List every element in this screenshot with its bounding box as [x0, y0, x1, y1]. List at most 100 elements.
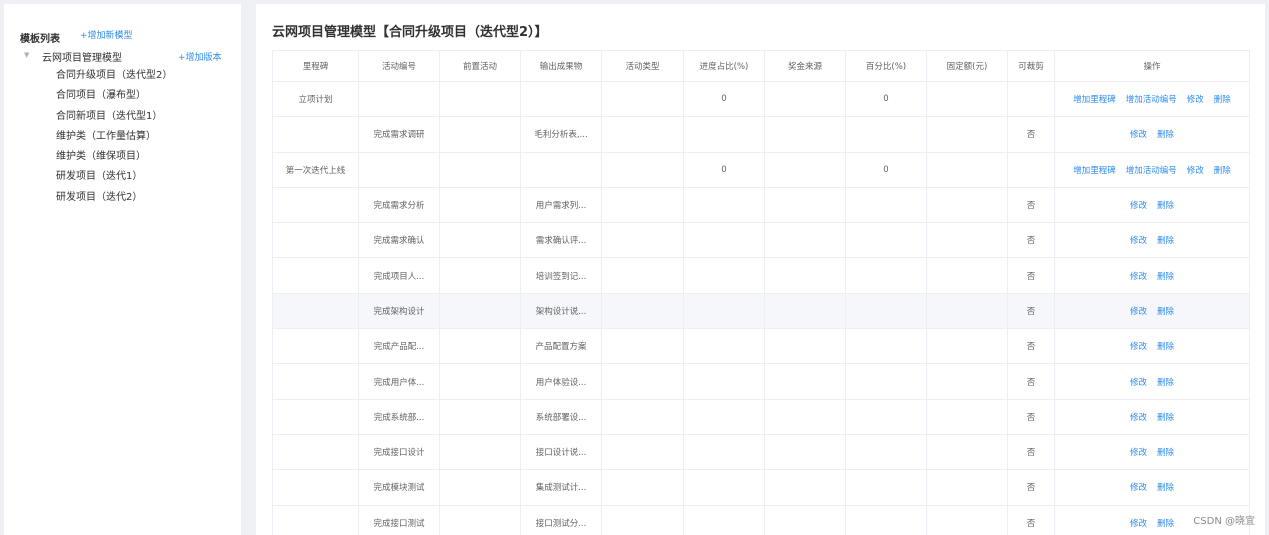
- tree-child-item[interactable]: 研发项目（迭代2）: [56, 190, 172, 210]
- table-cell: 接口测试分...: [520, 504, 602, 535]
- table-cell: 否: [1007, 433, 1055, 471]
- add-milestone-link[interactable]: 增加里程碑: [1073, 95, 1116, 105]
- table-cell: [272, 257, 359, 294]
- table-cell: 用户需求列...: [520, 186, 602, 224]
- table-cell: [683, 292, 765, 330]
- table-row: 完成需求确认 需求确认评... 否修改 删除: [272, 222, 1250, 259]
- table-row: 完成需求调研 毛利分析表,... 否修改 删除: [272, 116, 1250, 153]
- operations-cell: 增加里程碑 增加活动编号 修改 删除: [1054, 80, 1250, 118]
- add-milestone-link[interactable]: 增加里程碑: [1073, 166, 1116, 176]
- table-cell: [845, 257, 927, 294]
- table-cell: [764, 433, 846, 471]
- table-cell: 需求确认评...: [520, 222, 602, 259]
- delete-link[interactable]: 删除: [1157, 307, 1174, 317]
- table-cell: [439, 469, 521, 506]
- table-cell: [764, 222, 846, 259]
- table-cell: 完成需求确认: [358, 222, 440, 259]
- table-cell: 完成用户体...: [358, 363, 440, 400]
- table-cell: 立项计划: [272, 80, 359, 118]
- table-cell: [926, 186, 1008, 224]
- table-cell: [764, 469, 846, 506]
- tree-child-item[interactable]: 维护类（维保项目）: [56, 149, 172, 169]
- tree-root-node[interactable]: ▼ 云网项目管理模型 +增加版本: [24, 48, 224, 64]
- column-header: 活动类型: [601, 50, 684, 82]
- table-row: 完成模块测试 集成测试计... 否修改 删除: [272, 469, 1250, 506]
- operations-cell: 修改 删除: [1054, 292, 1250, 330]
- table-cell: [845, 363, 927, 400]
- table-cell: [764, 504, 846, 535]
- edit-link[interactable]: 修改: [1130, 307, 1147, 317]
- edit-link[interactable]: 修改: [1130, 413, 1147, 423]
- table-cell: [601, 328, 684, 365]
- edit-link[interactable]: 修改: [1187, 166, 1204, 176]
- column-header: 活动编号: [358, 50, 440, 82]
- edit-link[interactable]: 修改: [1130, 483, 1147, 493]
- table-cell: [683, 398, 765, 435]
- table-row: 完成项目人... 培训签到记... 否修改 删除: [272, 257, 1250, 294]
- delete-link[interactable]: 删除: [1214, 95, 1231, 105]
- table-cell: 架构设计说...: [520, 292, 602, 330]
- delete-link[interactable]: 删除: [1157, 201, 1174, 211]
- table-cell: [439, 80, 521, 118]
- edit-link[interactable]: 修改: [1130, 448, 1147, 458]
- tree-child-item[interactable]: 合同升级项目（迭代型2）: [56, 68, 172, 88]
- table-body: 立项计划 0 0 增加里程碑 增加活动编号 修改 删除 完成需求调研 毛利分析表,... 否修改删…: [272, 80, 1250, 535]
- table-cell: [439, 363, 521, 400]
- add-activity-link[interactable]: 增加活动编号: [1126, 95, 1177, 105]
- column-header: 百分比(%): [845, 50, 927, 82]
- table-cell: [926, 292, 1008, 330]
- table-cell: [439, 186, 521, 224]
- operations-cell: 修改 删除: [1054, 116, 1250, 153]
- column-header: 固定额(元): [926, 50, 1008, 82]
- add-version-link[interactable]: +增加版本: [178, 50, 222, 63]
- tree-child-item[interactable]: 研发项目（迭代1）: [56, 169, 172, 189]
- table-cell: 否: [1007, 186, 1055, 224]
- caret-down-icon[interactable]: ▼: [24, 51, 29, 59]
- delete-link[interactable]: 删除: [1157, 378, 1174, 388]
- table-cell: [926, 151, 1008, 188]
- table-cell: 否: [1007, 504, 1055, 535]
- add-activity-link[interactable]: 增加活动编号: [1126, 166, 1177, 176]
- edit-link[interactable]: 修改: [1130, 201, 1147, 211]
- edit-link[interactable]: 修改: [1130, 272, 1147, 282]
- edit-link[interactable]: 修改: [1130, 236, 1147, 246]
- table-cell: 完成模块测试: [358, 469, 440, 506]
- table-cell: [439, 328, 521, 365]
- tree-child-item[interactable]: 合同新项目（迭代型1）: [56, 109, 172, 129]
- table-cell: 第一次迭代上线: [272, 151, 359, 188]
- table-cell: [439, 398, 521, 435]
- edit-link[interactable]: 修改: [1130, 130, 1147, 140]
- table-cell: 用户体验设...: [520, 363, 602, 400]
- operations-cell: 修改 删除: [1054, 433, 1250, 471]
- column-header: 可裁剪: [1007, 50, 1055, 82]
- delete-link[interactable]: 删除: [1157, 448, 1174, 458]
- edit-link[interactable]: 修改: [1187, 95, 1204, 105]
- table-cell: 完成项目人...: [358, 257, 440, 294]
- operations-cell: 修改 删除: [1054, 257, 1250, 294]
- edit-link[interactable]: 修改: [1130, 378, 1147, 388]
- tree-child-item[interactable]: 合同项目（瀑布型）: [56, 88, 172, 108]
- table-cell: [926, 116, 1008, 153]
- delete-link[interactable]: 删除: [1157, 413, 1174, 423]
- edit-link[interactable]: 修改: [1130, 342, 1147, 352]
- delete-link[interactable]: 删除: [1157, 272, 1174, 282]
- delete-link[interactable]: 删除: [1157, 236, 1174, 246]
- delete-link[interactable]: 删除: [1157, 130, 1174, 140]
- table-cell: [272, 222, 359, 259]
- table-cell: [926, 257, 1008, 294]
- delete-link[interactable]: 删除: [1157, 519, 1174, 529]
- tree-child-item[interactable]: 维护类（工作量估算）: [56, 129, 172, 149]
- delete-link[interactable]: 删除: [1214, 166, 1231, 176]
- delete-link[interactable]: 删除: [1157, 342, 1174, 352]
- edit-link[interactable]: 修改: [1130, 519, 1147, 529]
- table-cell: [439, 257, 521, 294]
- watermark: CSDN @晓宜: [1193, 516, 1255, 527]
- add-model-link[interactable]: +增加新模型: [80, 28, 133, 41]
- tree-children: 合同升级项目（迭代型2） 合同项目（瀑布型） 合同新项目（迭代型1） 维护类（工作量估…: [56, 68, 172, 210]
- delete-link[interactable]: 删除: [1157, 483, 1174, 493]
- table-cell: [845, 222, 927, 259]
- table-cell: [764, 398, 846, 435]
- table-cell: [272, 398, 359, 435]
- operations-cell: 修改 删除: [1054, 328, 1250, 365]
- table-cell: [601, 469, 684, 506]
